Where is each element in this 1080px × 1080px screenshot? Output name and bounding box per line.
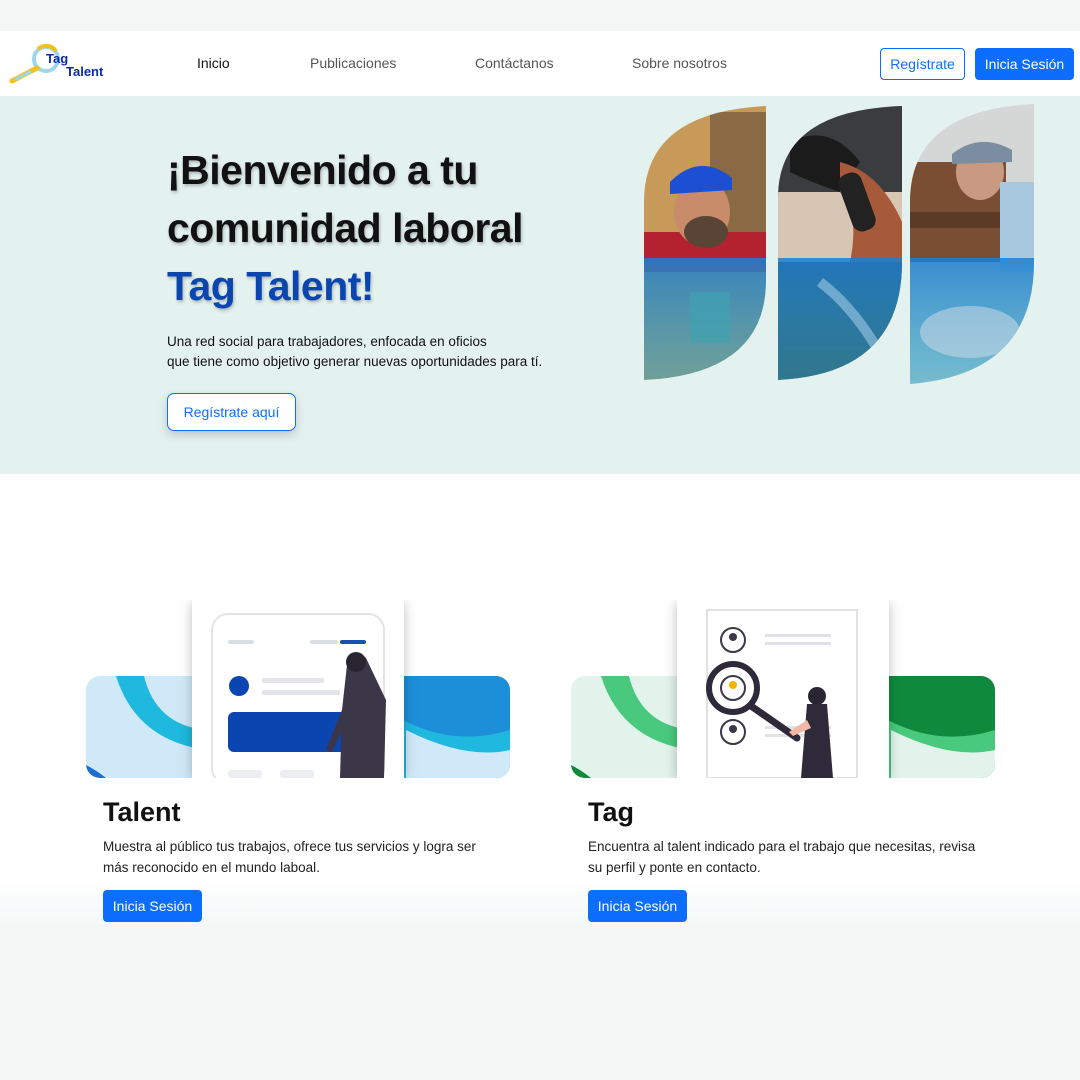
- tag-talent-logo[interactable]: Tag Talent: [8, 41, 104, 85]
- tag-illustration: [571, 600, 995, 778]
- tag-card-description: Encuentra al talent indicado para el tra…: [588, 839, 976, 875]
- hero-section: ¡Bienvenido a tu comunidad laboral Tag T…: [0, 96, 1080, 474]
- nav-link-inicio[interactable]: Inicio: [197, 55, 230, 71]
- hero-title-line2: comunidad laboral: [167, 205, 524, 251]
- nav-link-sobre-nosotros[interactable]: Sobre nosotros: [632, 55, 727, 71]
- hero-title-line1: ¡Bienvenido a tu: [167, 147, 478, 193]
- talent-card: Talent Muestra al público tus trabajos, …: [86, 600, 510, 926]
- nav-link-contactanos[interactable]: Contáctanos: [475, 55, 554, 71]
- hero-title-brand: Tag Talent!: [167, 263, 375, 309]
- register-button[interactable]: Regístrate: [880, 48, 965, 80]
- nav-link-publicaciones[interactable]: Publicaciones: [310, 55, 396, 71]
- logo-text-tag: Tag: [46, 51, 69, 66]
- navbar: Tag Talent Inicio Publicaciones Contácta…: [0, 31, 1080, 96]
- hero-desc-line2: que tiene como objetivo generar nuevas o…: [167, 354, 543, 369]
- talent-login-button[interactable]: Inicia Sesión: [103, 890, 202, 922]
- tag-card: Tag Encuentra al talent indicado para el…: [571, 600, 995, 926]
- talent-card-title: Talent: [103, 797, 181, 827]
- hairdresser-photo: [778, 106, 902, 380]
- hero-title: ¡Bienvenido a tu comunidad laboral Tag T…: [167, 141, 524, 315]
- mechanic-worker-photo: [644, 106, 766, 380]
- logo-text-talent: Talent: [66, 64, 104, 79]
- tag-card-title: Tag: [588, 797, 634, 827]
- carpenter-photo: [910, 104, 1034, 384]
- tag-login-button[interactable]: Inicia Sesión: [588, 890, 687, 922]
- features-section: Talent Muestra al público tus trabajos, …: [0, 474, 1080, 926]
- hero-description: Una red social para trabajadores, enfoca…: [167, 332, 587, 372]
- login-button[interactable]: Inicia Sesión: [975, 48, 1074, 80]
- hero-worker-photos: [644, 104, 1034, 384]
- talent-card-description: Muestra al público tus trabajos, ofrece …: [103, 839, 476, 875]
- hero-desc-line1: Una red social para trabajadores, enfoca…: [167, 334, 487, 349]
- register-here-button[interactable]: Regístrate aquí: [167, 393, 296, 431]
- talent-illustration: [86, 600, 510, 778]
